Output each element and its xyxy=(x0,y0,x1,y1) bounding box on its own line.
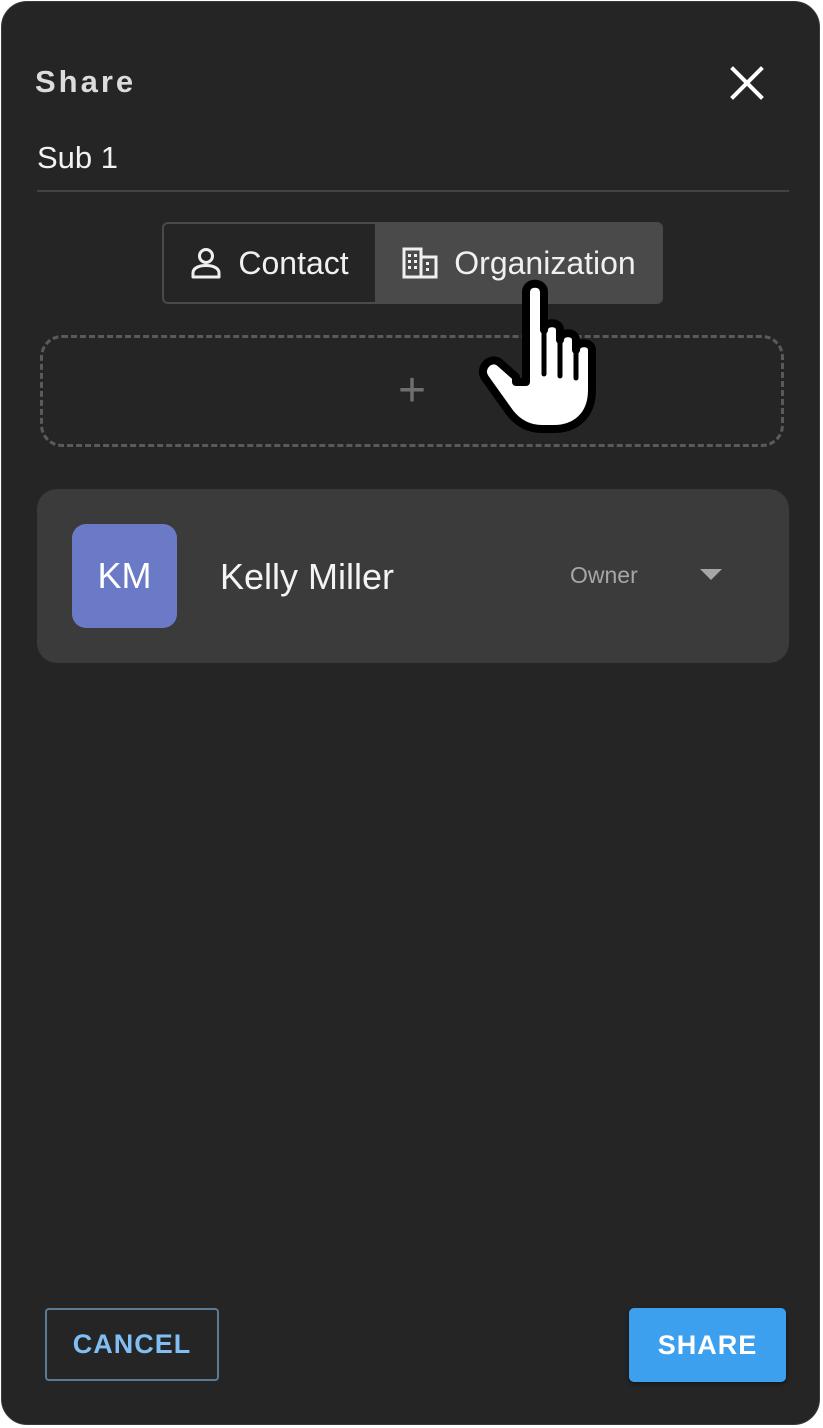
tab-contact[interactable]: Contact xyxy=(164,224,377,302)
close-button[interactable] xyxy=(724,60,770,106)
tab-organization-label: Organization xyxy=(454,244,636,281)
role-value: Owner xyxy=(570,562,638,588)
building-icon xyxy=(402,247,438,279)
tab-organization[interactable]: Organization xyxy=(377,224,661,302)
member-card: KM Kelly Miller Owner xyxy=(37,489,789,663)
share-subject: Sub 1 xyxy=(37,140,119,175)
share-button[interactable]: SHARE xyxy=(629,1308,786,1382)
add-member-area[interactable]: + xyxy=(40,335,784,447)
role-dropdown[interactable]: Owner xyxy=(557,549,757,601)
share-dialog: Share Sub 1 Contact Organization + KM Ke… xyxy=(1,1,820,1425)
person-icon xyxy=(190,246,222,280)
close-icon xyxy=(730,66,764,100)
avatar: KM xyxy=(72,524,177,628)
dialog-title: Share xyxy=(35,64,137,99)
plus-icon: + xyxy=(397,364,427,417)
dropdown-caret-icon xyxy=(700,569,722,580)
cancel-button[interactable]: CANCEL xyxy=(45,1308,219,1381)
title-divider xyxy=(37,190,789,192)
member-name: Kelly Miller xyxy=(220,556,395,597)
tab-contact-label: Contact xyxy=(238,244,349,281)
share-type-toggle: Contact Organization xyxy=(162,222,663,304)
